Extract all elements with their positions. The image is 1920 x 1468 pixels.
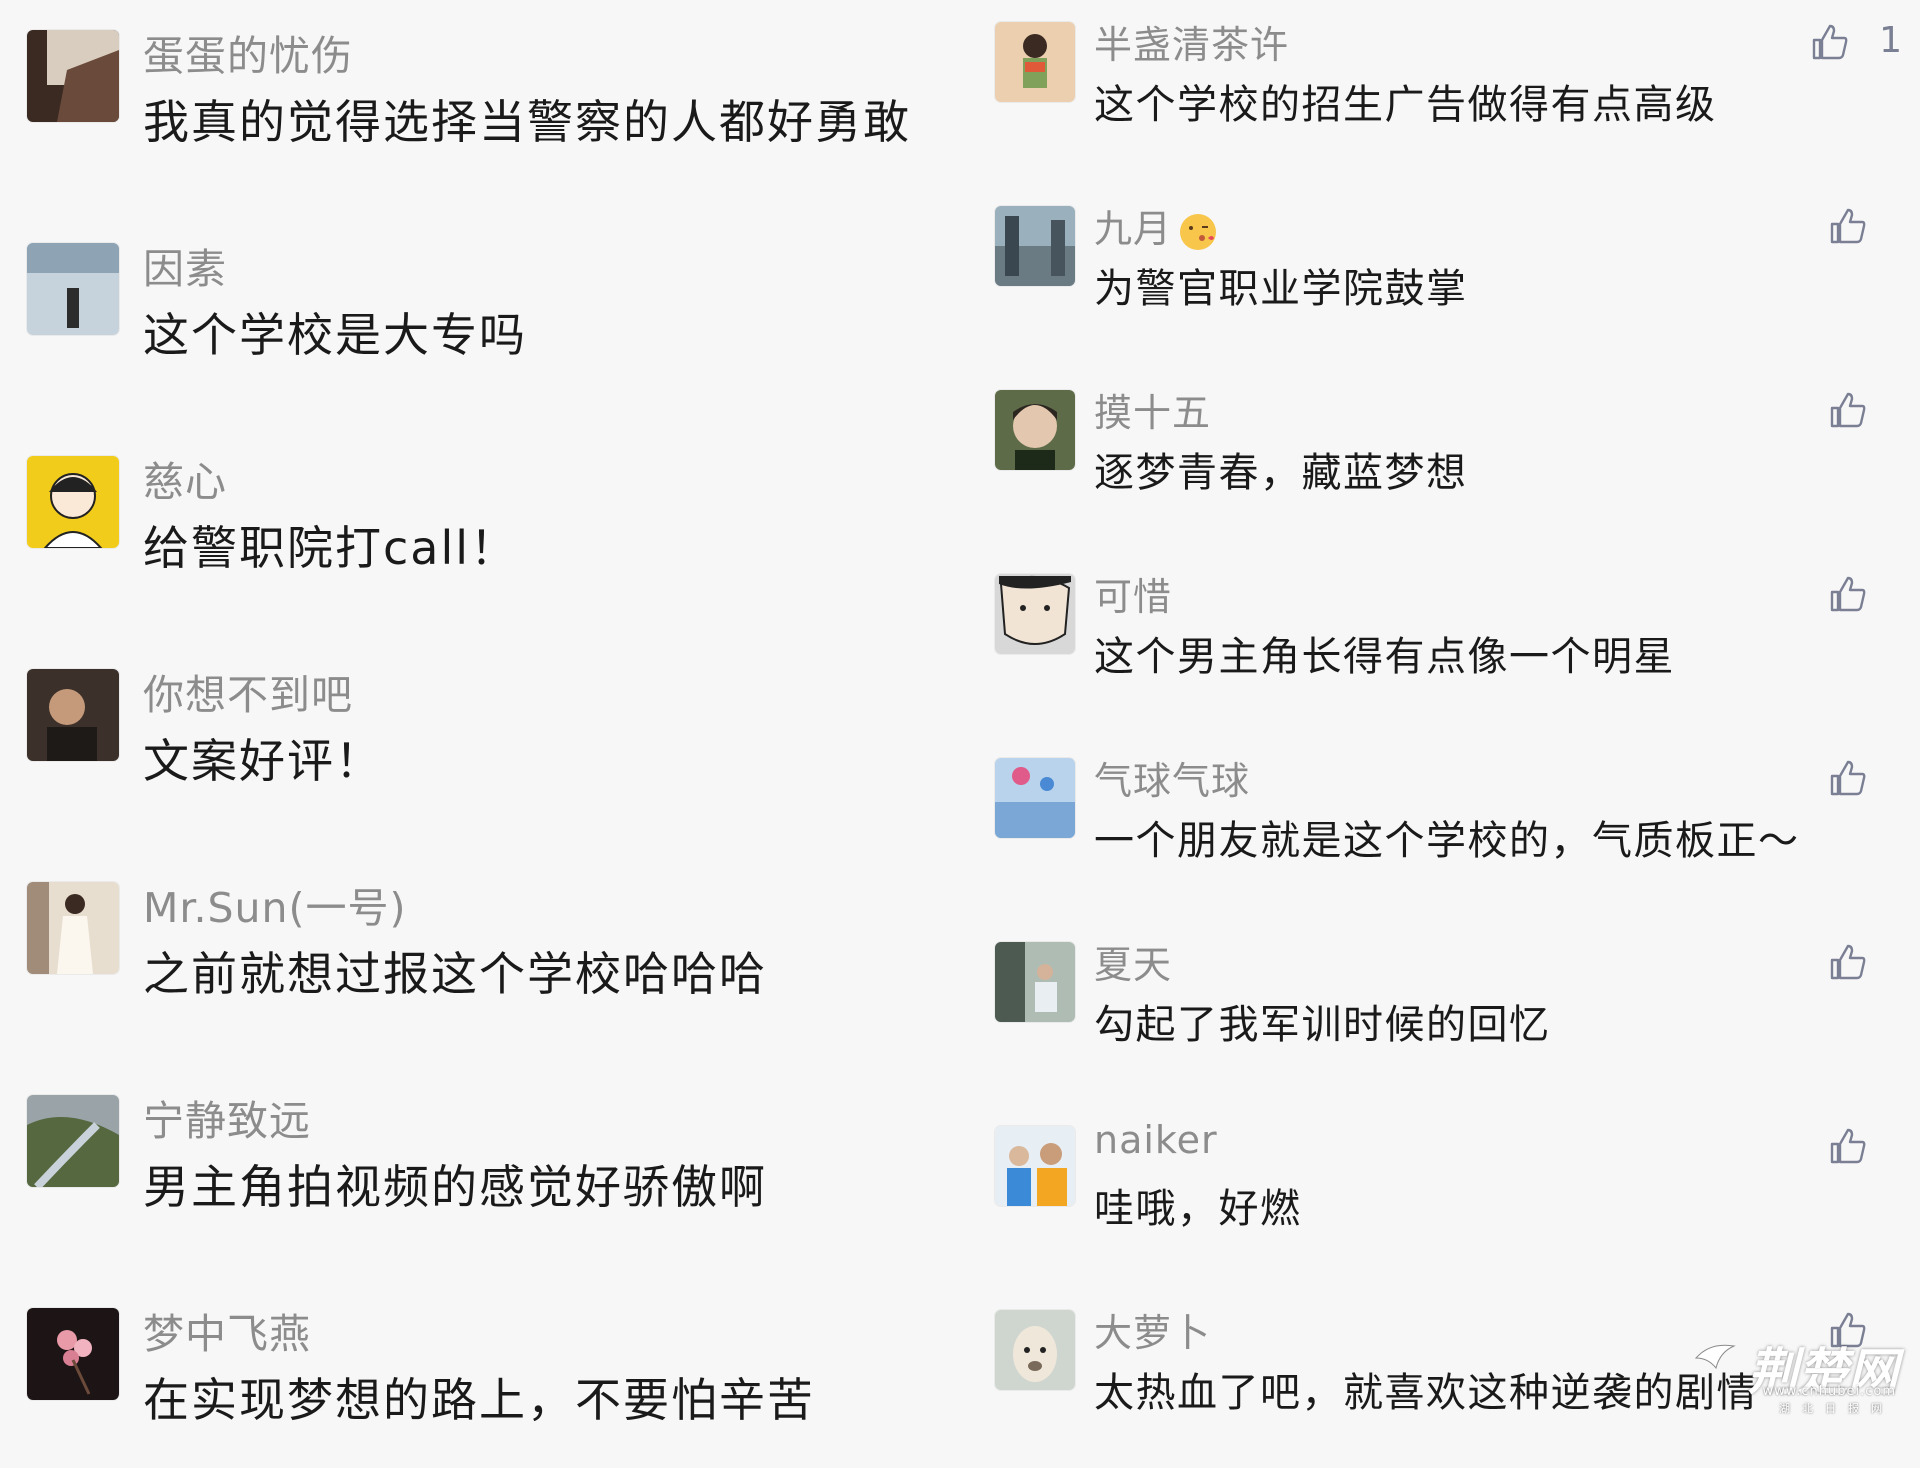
comment-item: 因素 这个学校是大专吗 bbox=[0, 213, 960, 393]
comment-item: 摸十五 逐梦青春，藏蓝梦想 bbox=[960, 368, 1920, 548]
comment-nickname[interactable]: 宁静致远 bbox=[143, 1087, 311, 1147]
comment-item: 气球气球 一个朋友就是这个学校的，气质板正～ bbox=[960, 736, 1920, 916]
comment-text: 这个男主角长得有点像一个明星 bbox=[1094, 634, 1675, 680]
comment-nickname[interactable]: 夏天 bbox=[1094, 934, 1172, 989]
avatar[interactable] bbox=[995, 22, 1075, 102]
thumbs-up-icon[interactable] bbox=[1828, 206, 1868, 246]
comment-nickname[interactable]: Mr.Sun(一号) bbox=[143, 874, 407, 934]
comment-nickname[interactable]: 气球气球 bbox=[1094, 750, 1250, 805]
comment-nickname[interactable]: 大萝卜 bbox=[1094, 1302, 1211, 1357]
watermark-url: www.cnhubei.com bbox=[1762, 1384, 1896, 1399]
comment-item: naiker 哇哦，好燃 bbox=[960, 1104, 1920, 1284]
avatar[interactable] bbox=[995, 1310, 1075, 1390]
comment-item: 夏天 勾起了我军训时候的回忆 bbox=[960, 920, 1920, 1100]
comment-item: 慈心 给警职院打call！ bbox=[0, 426, 960, 606]
comment-item: 宁静致远 男主角拍视频的感觉好骄傲啊 bbox=[0, 1065, 960, 1245]
thumbs-up-icon[interactable] bbox=[1828, 758, 1868, 798]
comment-nickname[interactable]: 蛋蛋的忧伤 bbox=[143, 22, 353, 82]
thumbs-up-icon[interactable] bbox=[1828, 574, 1868, 614]
comment-text: 文案好评！ bbox=[143, 734, 383, 788]
comment-nickname[interactable]: 半盏清茶许 bbox=[1094, 14, 1289, 69]
like-count: 1 bbox=[1879, 20, 1902, 61]
comment-item: Mr.Sun(一号) 之前就想过报这个学校哈哈哈 bbox=[0, 852, 960, 1032]
comment-item: 你想不到吧 文案好评！ bbox=[0, 639, 960, 819]
comment-text: 男主角拍视频的感觉好骄傲啊 bbox=[143, 1160, 767, 1214]
comment-text: 太热血了吧，就喜欢这种逆袭的剧情 bbox=[1094, 1370, 1758, 1416]
comment-nickname[interactable]: 因素 bbox=[143, 235, 227, 295]
comment-text: 逐梦青春，藏蓝梦想 bbox=[1094, 450, 1468, 496]
avatar[interactable] bbox=[27, 1308, 119, 1400]
comment-text: 勾起了我军训时候的回忆 bbox=[1094, 1002, 1551, 1048]
comment-nickname[interactable]: 慈心 bbox=[143, 448, 227, 508]
avatar[interactable] bbox=[27, 243, 119, 335]
comment-nickname[interactable]: 九月 bbox=[1094, 198, 1218, 253]
avatar[interactable] bbox=[27, 456, 119, 548]
watermark-tagline: 湖北日报网 bbox=[1779, 1402, 1894, 1415]
comment-nickname[interactable]: 摸十五 bbox=[1094, 382, 1211, 437]
comment-text: 这个学校是大专吗 bbox=[143, 308, 527, 362]
comment-item: 可惜 这个男主角长得有点像一个明星 bbox=[960, 552, 1920, 732]
avatar[interactable] bbox=[995, 758, 1075, 838]
comment-text: 为警官职业学院鼓掌 bbox=[1094, 266, 1468, 312]
comment-nickname[interactable]: 梦中飞燕 bbox=[143, 1300, 311, 1360]
comment-nickname[interactable]: 你想不到吧 bbox=[143, 661, 353, 721]
kiss-face-emoji-icon bbox=[1180, 213, 1217, 250]
avatar[interactable] bbox=[27, 882, 119, 974]
avatar[interactable] bbox=[27, 30, 119, 122]
avatar[interactable] bbox=[995, 1126, 1075, 1206]
avatar[interactable] bbox=[995, 574, 1075, 654]
thumbs-up-icon[interactable] bbox=[1828, 390, 1868, 430]
comment-item: 蛋蛋的忧伤 我真的觉得选择当警察的人都好勇敢 bbox=[0, 0, 960, 180]
comment-text: 之前就想过报这个学校哈哈哈 bbox=[143, 947, 767, 1001]
avatar[interactable] bbox=[995, 206, 1075, 286]
comment-item: 梦中飞燕 在实现梦想的路上，不要怕辛苦 bbox=[0, 1278, 960, 1458]
watermark-logo: 荆楚网 www.cnhubei.com 湖北日报网 bbox=[1694, 1332, 1898, 1415]
comment-item: 半盏清茶许 这个学校的招生广告做得有点高级 1 bbox=[960, 0, 1920, 180]
comment-text: 这个学校的招生广告做得有点高级 bbox=[1094, 82, 1717, 128]
thumbs-up-icon[interactable] bbox=[1828, 1126, 1868, 1166]
comment-text: 我真的觉得选择当警察的人都好勇敢 bbox=[143, 95, 911, 149]
avatar[interactable] bbox=[995, 390, 1075, 470]
logo-bird-icon bbox=[1694, 1344, 1736, 1370]
comment-nickname[interactable]: 可惜 bbox=[1094, 566, 1172, 621]
comment-item: 九月 为警官职业学院鼓掌 bbox=[960, 184, 1920, 364]
comment-text: 一个朋友就是这个学校的，气质板正～ bbox=[1094, 818, 1800, 864]
avatar[interactable] bbox=[27, 1095, 119, 1187]
comment-text: 在实现梦想的路上，不要怕辛苦 bbox=[143, 1373, 815, 1427]
comment-text: 给警职院打call！ bbox=[143, 521, 519, 575]
avatar[interactable] bbox=[27, 669, 119, 761]
comment-text: 哇哦，好燃 bbox=[1094, 1186, 1302, 1232]
thumbs-up-icon[interactable] bbox=[1828, 942, 1868, 982]
thumbs-up-icon[interactable] bbox=[1810, 22, 1850, 62]
comment-nickname[interactable]: naiker bbox=[1094, 1118, 1218, 1162]
avatar[interactable] bbox=[995, 942, 1075, 1022]
